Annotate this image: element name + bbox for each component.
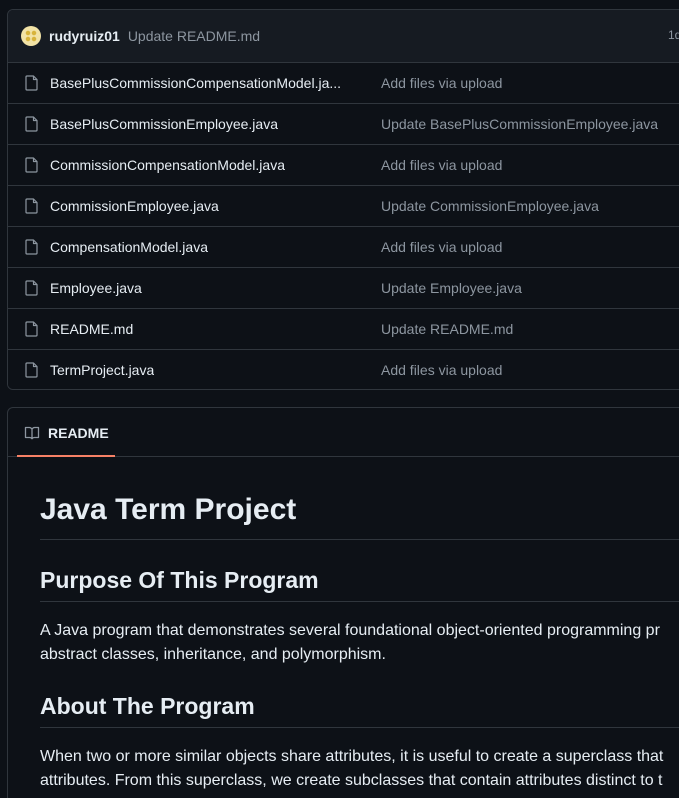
file-row[interactable]: Employee.java Update Employee.java [8,268,679,309]
readme-tab-label: README [48,425,109,441]
purpose-paragraph-line2: abstract classes, inheritance, and polym… [40,646,386,663]
purpose-heading: Purpose Of This Program [40,567,319,593]
readme-panel: README Java Term Project Purpose Of This… [7,407,679,798]
file-row[interactable]: TermProject.java Add files via upload [8,350,679,389]
file-name-link[interactable]: CommissionCompensationModel.java [50,157,285,173]
file-commit-message-link[interactable]: Update BasePlusCommissionEmployee.java [381,116,658,132]
file-name-link[interactable]: TermProject.java [50,362,154,378]
file-name-link[interactable]: Employee.java [50,280,142,296]
commit-message-link[interactable]: Update README.md [128,28,260,44]
readme-tabbar: README [8,408,679,457]
file-row[interactable]: BasePlusCommissionEmployee.java Update Ba… [8,104,679,145]
about-divider [40,727,679,728]
file-commit-message-link[interactable]: Add files via upload [381,75,502,91]
file-icon [25,362,38,378]
file-commit-message-link[interactable]: Update README.md [381,321,513,337]
file-commit-message-link[interactable]: Update Employee.java [381,280,522,296]
avatar[interactable] [21,26,41,46]
title-divider [40,539,679,540]
repository-page: rudyruiz01 Update README.md 1d BasePlusC… [0,0,679,798]
file-row[interactable]: CommissionCompensationModel.java Add file… [8,145,679,186]
file-row[interactable]: BasePlusCommissionCompensationModel.ja..… [8,63,679,104]
file-name-link[interactable]: CompensationModel.java [50,239,208,255]
commit-author-link[interactable]: rudyruiz01 [49,28,120,44]
file-name-link[interactable]: BasePlusCommissionEmployee.java [50,116,278,132]
purpose-paragraph-line1: A Java program that demonstrates several… [40,622,660,639]
book-icon [24,426,40,440]
purpose-divider [40,601,679,602]
file-icon [25,321,38,337]
readme-title: Java Term Project [40,493,297,526]
tab-readme[interactable]: README [17,408,115,457]
file-icon [25,280,38,296]
file-icon [25,239,38,255]
file-icon [25,75,38,91]
file-row[interactable]: CompensationModel.java Add files via uplo… [8,227,679,268]
about-paragraph-line2: attributes. From this superclass, we cre… [40,772,663,789]
file-commit-message-link[interactable]: Add files via upload [381,157,502,173]
file-icon [25,198,38,214]
file-icon [25,157,38,173]
file-icon [25,116,38,132]
file-row[interactable]: CommissionEmployee.java Update Commission… [8,186,679,227]
about-paragraph-line1: When two or more similar objects share a… [40,748,664,765]
file-list: rudyruiz01 Update README.md 1d BasePlusC… [7,9,679,390]
about-heading: About The Program [40,693,255,719]
file-row[interactable]: README.md Update README.md [8,309,679,350]
file-name-link[interactable]: BasePlusCommissionCompensationModel.ja..… [50,75,341,91]
commit-time[interactable]: 1d [668,28,679,42]
file-name-link[interactable]: CommissionEmployee.java [50,198,219,214]
file-commit-message-link[interactable]: Add files via upload [381,362,502,378]
file-name-link[interactable]: README.md [50,321,133,337]
latest-commit-bar: rudyruiz01 Update README.md 1d [8,10,679,63]
file-commit-message-link[interactable]: Update CommissionEmployee.java [381,198,599,214]
file-commit-message-link[interactable]: Add files via upload [381,239,502,255]
